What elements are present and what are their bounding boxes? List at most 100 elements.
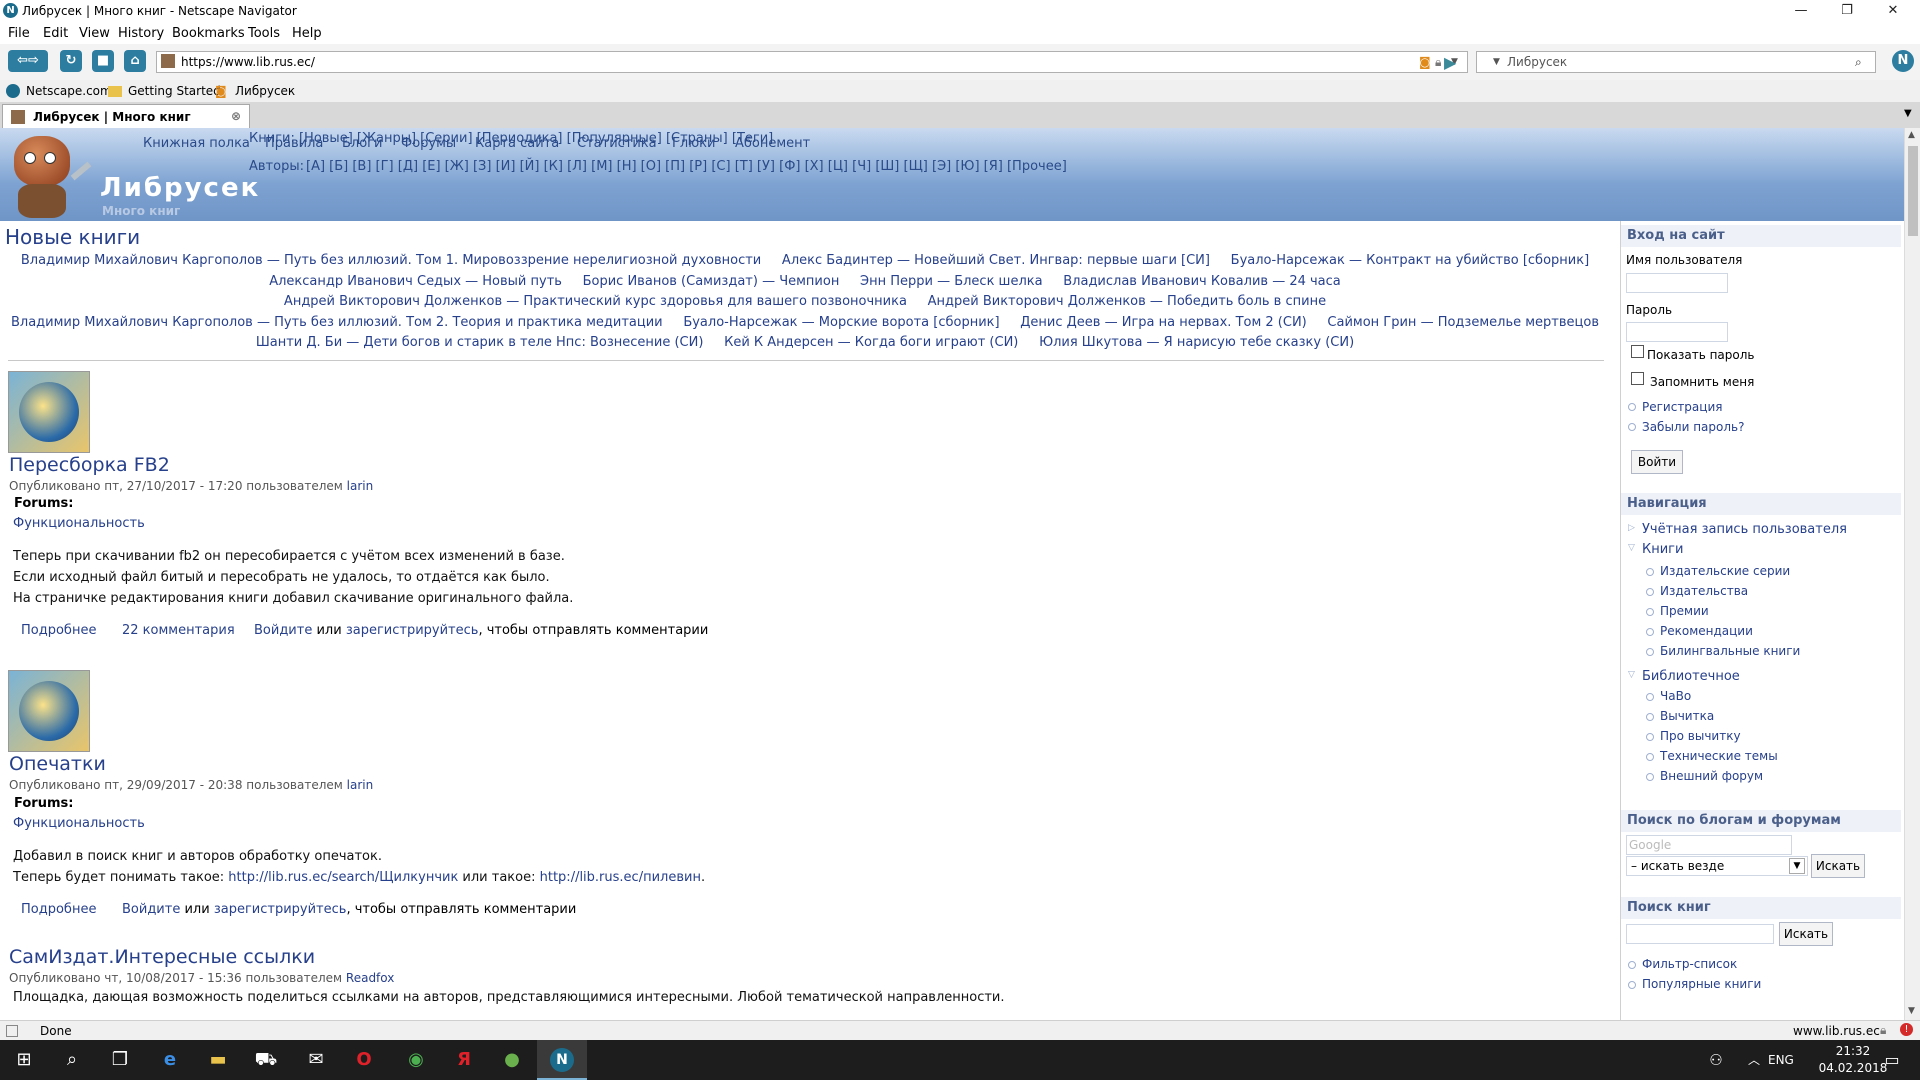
search-engine-dropdown-icon[interactable]: ▼ [1493,52,1500,72]
example-link[interactable]: http://lib.rus.ec/пилевин [540,870,701,885]
expanded-arrow-icon[interactable]: ▽ [1628,670,1635,680]
maximize-button[interactable]: ❐ [1824,0,1870,22]
expanded-arrow-icon[interactable]: ▽ [1628,543,1635,553]
web-search-field[interactable]: ▼ Либрусек ⌕ [1476,51,1876,73]
nav-proofreading[interactable]: Вычитка [1660,709,1714,723]
netscape-taskbar-icon[interactable]: N [537,1040,587,1080]
stop-icon[interactable]: ■ [92,50,114,72]
yandex-browser-icon[interactable]: Я [440,1040,488,1080]
bookmark-librusec[interactable]: Либрусек [235,84,295,98]
notifications-icon[interactable]: ▭ [1868,1040,1916,1080]
menu-edit[interactable]: Edit [43,26,68,41]
remember-me-checkbox[interactable] [1631,372,1644,385]
nav-bookshelf[interactable]: Книжная полка [143,136,250,151]
menu-history[interactable]: History [118,26,164,41]
read-more-link[interactable]: Подробнее [21,902,96,917]
chrome-browser-icon[interactable]: ◉ [392,1040,440,1080]
new-book-link[interactable]: Андрей Викторович Долженков — Практическ… [284,294,907,309]
new-book-link[interactable]: Кей К Андерсен — Когда боги играют (СИ) [724,335,1018,350]
nav-bilingual-books[interactable]: Билингвальные книги [1660,644,1800,658]
new-book-link[interactable]: Владимир Михайлович Каргополов — Путь бе… [21,253,761,268]
home-icon[interactable]: ⌂ [124,50,146,72]
post-avatar[interactable] [8,670,90,752]
new-book-link[interactable]: Алекс Бадинтер — Новейший Свет. Ингвар: … [782,253,1210,268]
post-title[interactable]: Пересборка FB2 [9,454,170,476]
collapsed-arrow-icon[interactable]: ▷ [1628,523,1635,533]
globe-app-icon[interactable]: ● [488,1040,536,1080]
new-book-link[interactable]: Буало-Нарсежак — Контракт на убийство [с… [1231,253,1589,268]
new-book-link[interactable]: Юлия Шкутова — Я нарисую тебе сказку (СИ… [1039,335,1354,350]
nav-publishers[interactable]: Издательства [1660,584,1748,598]
new-book-link[interactable]: Владислав Иванович Ковалив — 24 часа [1063,274,1341,289]
nav-user-account[interactable]: Учётная запись пользователя [1642,522,1847,537]
opera-browser-icon[interactable]: O [340,1040,388,1080]
menu-file[interactable]: File [8,26,30,41]
password-input[interactable] [1626,322,1728,342]
search-scope-select[interactable]: – искать везде ▼ [1626,856,1808,876]
post-author-link[interactable]: Readfox [346,971,394,985]
new-book-link[interactable]: Денис Деев — Игра на нервах. Том 2 (СИ) [1020,315,1306,330]
post-author-link[interactable]: larin [347,479,374,493]
scroll-up-icon[interactable]: ▲ [1908,130,1915,140]
tab-list-icon[interactable]: ▼ [1904,108,1912,119]
new-book-link[interactable]: Борис Иванов (Самиздат) — Чемпион [583,274,840,289]
blog-search-input[interactable]: Google [1626,835,1792,855]
books-categories-links[interactable]: Книги: [Новые] [Жанры] [Серии] [Периодик… [249,131,773,146]
post-avatar[interactable] [8,371,90,453]
alert-icon[interactable]: ! [1900,1023,1913,1036]
search-icon[interactable]: ⌕ [48,1040,96,1080]
example-link[interactable]: http://lib.rus.ec/search/Щилкунчик [228,870,458,885]
url-bar[interactable]: https://www.lib.rus.ec/ ◙ 🔒︎ ▼ [156,51,1468,73]
new-books-title[interactable]: Новые книги [5,225,140,249]
windows-start-icon[interactable]: ⊞ [0,1040,48,1080]
forum-link[interactable]: Функциональность [13,516,145,531]
post-author-link[interactable]: larin [347,778,374,792]
menu-tools[interactable]: Tools [248,26,280,41]
search-icon[interactable]: ⌕ [1855,52,1862,72]
back-forward-icon[interactable]: ⇦⇨ [8,50,48,72]
new-book-link[interactable]: Саймон Грин — Подземелье мертвецов [1327,315,1599,330]
register-link[interactable]: зарегистрируйтесь [346,623,479,638]
task-view-icon[interactable]: ❐ [96,1040,144,1080]
book-search-input[interactable] [1626,924,1774,944]
new-book-link[interactable]: Буало-Нарсежак — Морские ворота [сборник… [683,315,999,330]
mail-icon[interactable]: ✉ [292,1040,340,1080]
register-link[interactable]: Регистрация [1642,400,1722,414]
tab-librusec[interactable]: Либрусек | Много книг ⊗ [2,104,250,129]
register-link[interactable]: зарегистрируйтесь [214,902,347,917]
show-password-checkbox[interactable] [1631,345,1644,358]
go-arrow-icon[interactable]: ▶ [1444,53,1456,72]
nav-external-forum[interactable]: Внешний форум [1660,769,1763,783]
minimize-button[interactable]: — [1778,0,1824,22]
login-button[interactable]: Войти [1631,450,1683,474]
book-search-button[interactable]: Искать [1779,922,1833,946]
forum-link[interactable]: Функциональность [13,816,145,831]
store-icon[interactable]: ⛟ [242,1040,290,1080]
menu-bookmarks[interactable]: Bookmarks [172,26,245,41]
edge-browser-icon[interactable]: e [146,1040,194,1080]
scroll-thumb[interactable] [1908,146,1918,236]
menu-help[interactable]: Help [292,26,322,41]
close-window-button[interactable]: ✕ [1870,0,1916,22]
new-book-link[interactable]: Владимир Михайлович Каргополов — Путь бе… [11,315,663,330]
tab-close-icon[interactable]: ⊗ [231,109,241,123]
new-book-link[interactable]: Шанти Д. Би — Дети богов и старик в теле… [256,335,704,350]
login-link[interactable]: Войдите [122,902,180,917]
scroll-down-icon[interactable]: ▼ [1908,1006,1915,1016]
new-book-link[interactable]: Александр Иванович Седых — Новый путь [269,274,562,289]
post-title[interactable]: Опечатки [9,753,106,775]
nav-about-proofreading[interactable]: Про вычитку [1660,729,1741,743]
bookmark-getting-started[interactable]: Getting Started [128,84,221,98]
nav-books[interactable]: Книги [1642,542,1683,557]
username-input[interactable] [1626,273,1728,293]
nav-recommendations[interactable]: Рекомендации [1660,624,1753,638]
menu-view[interactable]: View [79,26,110,41]
nav-faq[interactable]: ЧаВо [1660,689,1691,703]
page-scrollbar[interactable]: ▲ ▼ [1904,128,1920,1020]
nav-awards[interactable]: Премии [1660,604,1709,618]
rss-icon[interactable]: ◙ [1419,52,1431,72]
nav-publisher-series[interactable]: Издательские серии [1660,564,1790,578]
post-title[interactable]: СамИздат.Интересные ссылки [9,946,315,968]
forgot-password-link[interactable]: Забыли пароль? [1642,420,1744,434]
nav-technical-topics[interactable]: Технические темы [1660,749,1778,763]
